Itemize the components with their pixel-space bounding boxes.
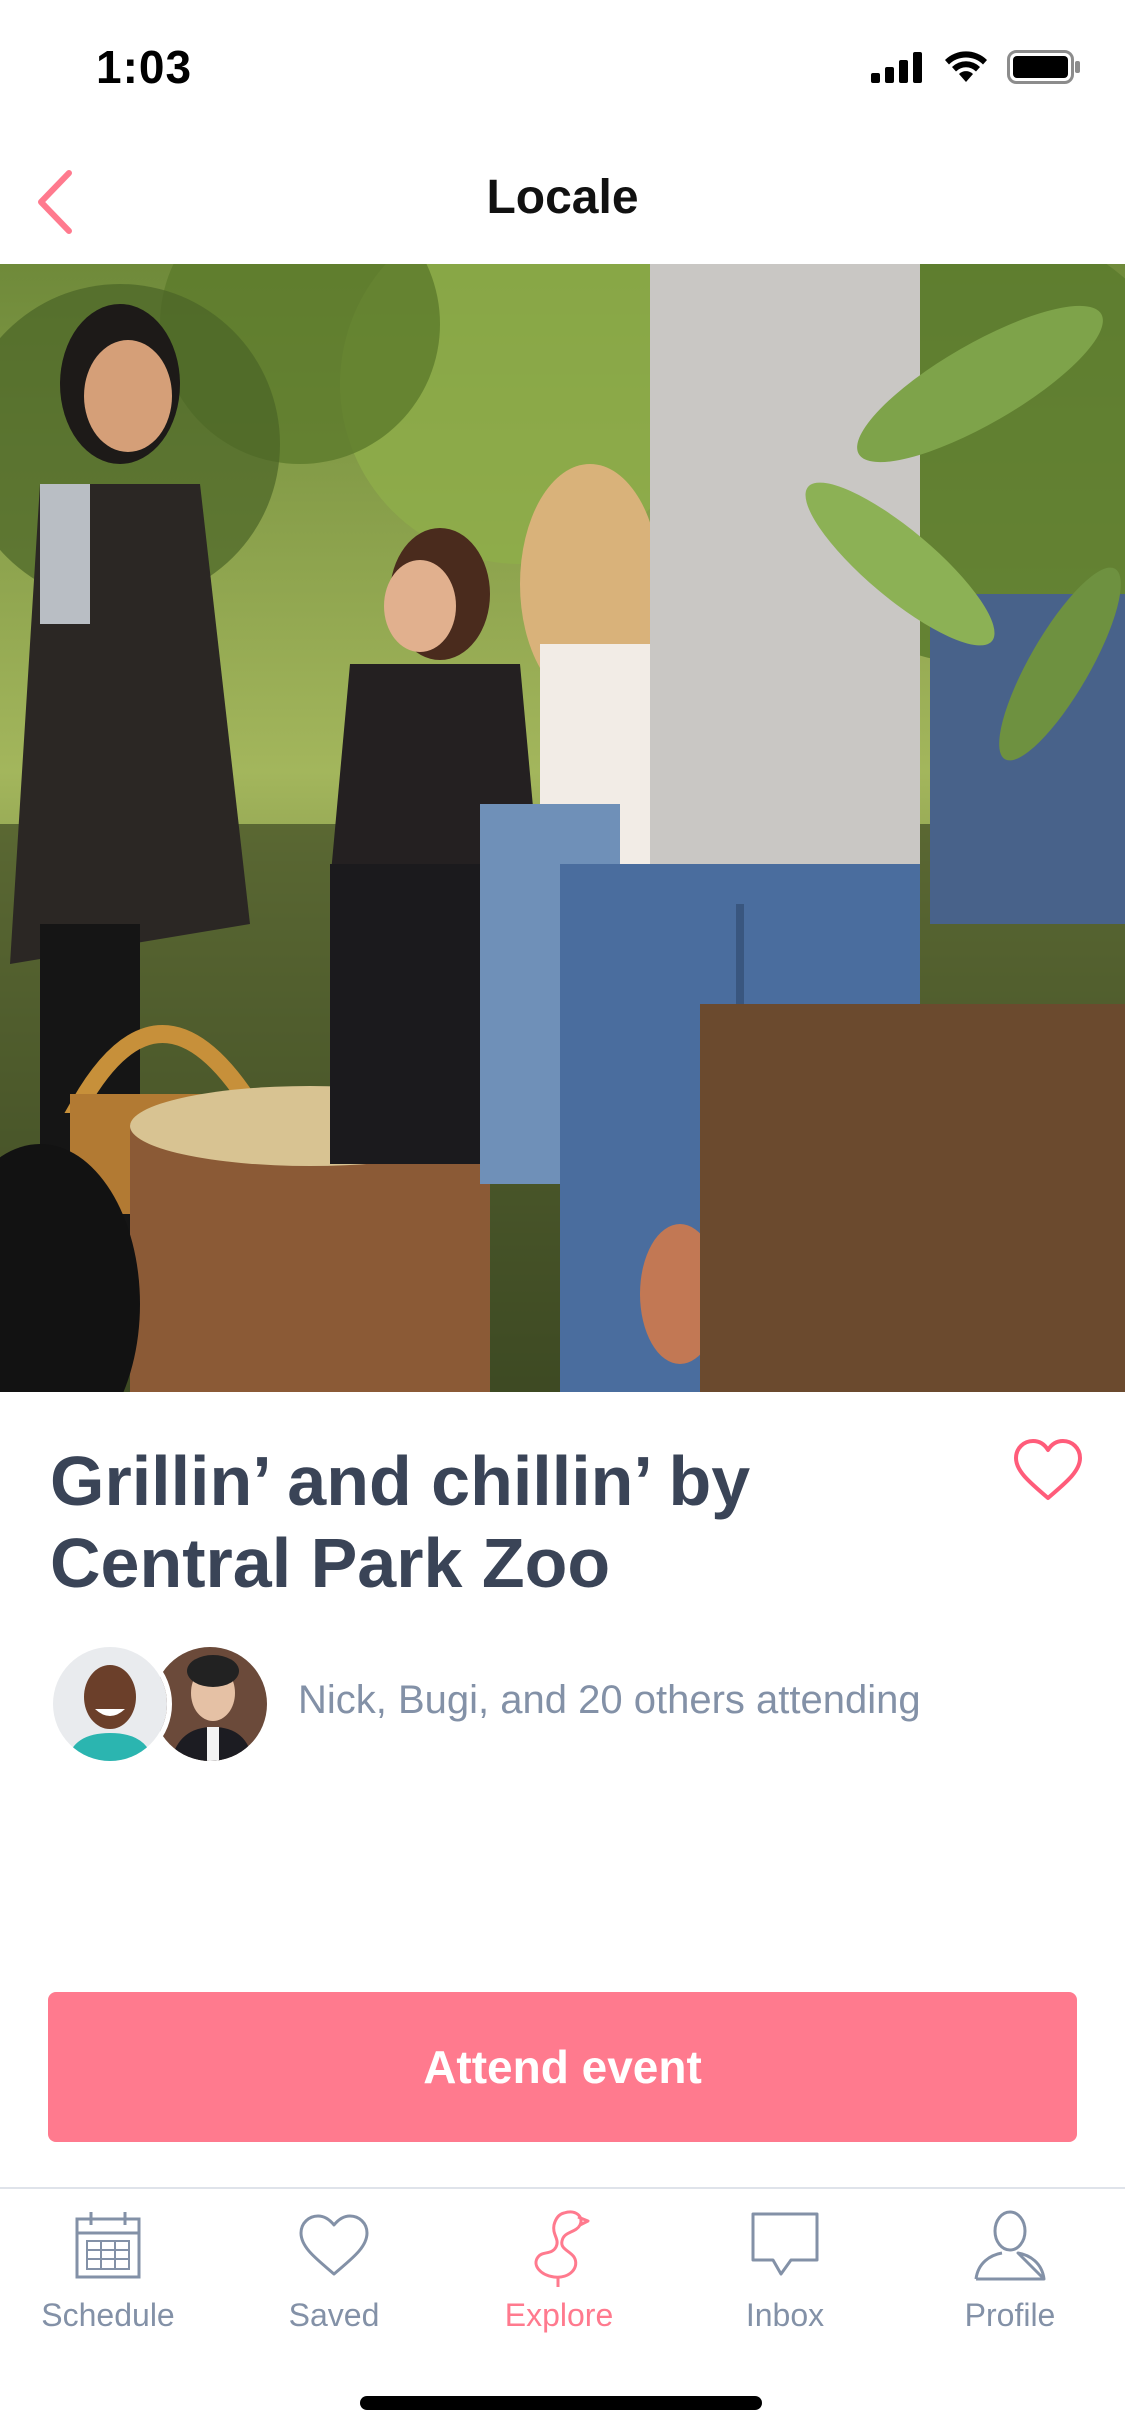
- tab-explore[interactable]: Explore: [459, 2203, 659, 2353]
- status-bar: 1:03: [0, 0, 1125, 132]
- favorite-button[interactable]: [1012, 1438, 1084, 1502]
- tab-label: Profile: [964, 2297, 1056, 2333]
- tab-inbox[interactable]: Inbox: [685, 2203, 885, 2353]
- heart-icon: [1014, 1439, 1082, 1500]
- flamingo-icon: [519, 2203, 599, 2287]
- tab-schedule[interactable]: Schedule: [8, 2203, 208, 2353]
- cellular-signal-icon: [871, 51, 925, 88]
- event-title: Grillin’ and chillin’ by Central Park Zo…: [50, 1442, 751, 1602]
- person-icon: [970, 2203, 1050, 2287]
- tab-label: Inbox: [745, 2297, 825, 2333]
- chat-bubble-icon: [745, 2203, 825, 2287]
- avatar: [48, 1642, 172, 1766]
- battery-icon: [1007, 50, 1081, 89]
- status-time: 1:03: [96, 41, 193, 93]
- tab-saved[interactable]: Saved: [234, 2203, 434, 2353]
- tab-profile[interactable]: Profile: [910, 2203, 1110, 2353]
- home-indicator: [360, 2396, 762, 2410]
- calendar-icon: [68, 2203, 148, 2287]
- navigation-bar: Locale: [0, 132, 1125, 264]
- tab-label: Explore: [504, 2297, 614, 2333]
- tab-label: Schedule: [41, 2297, 175, 2333]
- attend-event-button[interactable]: Attend event: [48, 1992, 1077, 2142]
- attendees-row[interactable]: Nick, Bugi, and 20 others attending: [48, 1642, 1078, 1766]
- attendees-summary: Nick, Bugi, and 20 others attending: [298, 1678, 921, 1722]
- heart-icon: [294, 2203, 374, 2287]
- tab-label: Saved: [288, 2297, 380, 2333]
- wifi-icon: [943, 50, 989, 89]
- nav-title: Locale: [486, 171, 639, 224]
- event-hero-image: [0, 264, 1125, 1392]
- status-icons: [871, 50, 1081, 89]
